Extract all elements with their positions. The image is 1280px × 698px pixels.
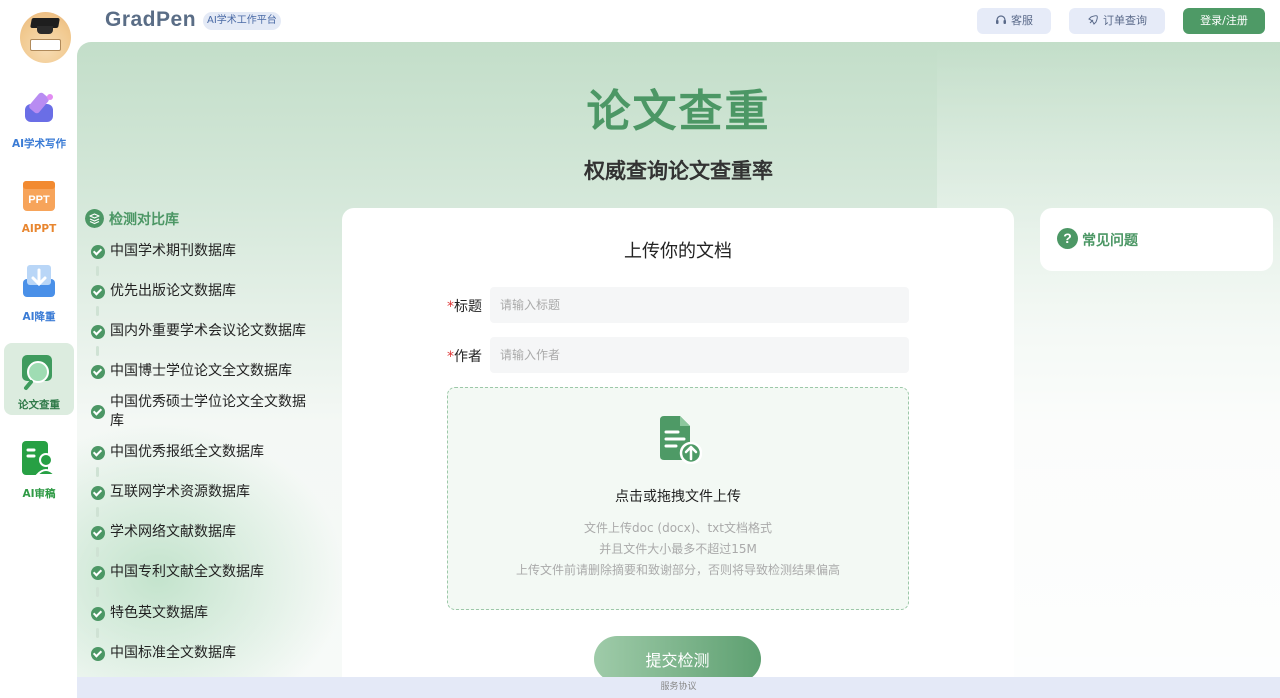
book-icon	[30, 39, 61, 51]
order-query-button[interactable]: 订单查询	[1069, 8, 1165, 34]
list-connector	[96, 467, 99, 477]
service-agreement-link[interactable]: 服务协议	[660, 682, 696, 692]
author-field-label: *作者	[447, 346, 482, 366]
database-name: 中国专利文献全文数据库	[110, 564, 264, 580]
author-input[interactable]	[490, 337, 909, 373]
author-label-text: 作者	[454, 349, 482, 365]
rocket-icon	[1088, 15, 1098, 25]
check-circle-icon	[91, 526, 105, 540]
faq-card[interactable]: ? 常见问题	[1040, 208, 1273, 271]
customer-service-label: 客服	[1011, 14, 1033, 27]
download-tray-icon	[23, 265, 55, 297]
reviewer-icon	[22, 441, 58, 476]
cap-base	[37, 26, 53, 34]
file-upload-icon	[660, 416, 702, 464]
database-name: 优先出版论文数据库	[110, 283, 236, 299]
magnifier-icon	[22, 355, 52, 390]
database-name: 学术网络文献数据库	[110, 524, 236, 540]
faq-title: 常见问题	[1082, 233, 1138, 249]
check-circle-icon	[91, 245, 105, 259]
list-connector	[96, 587, 99, 597]
question-circle-icon: ?	[1057, 228, 1078, 249]
database-name: 中国优秀报纸全文数据库	[110, 444, 264, 460]
brand-logo[interactable]: GradPen	[105, 8, 196, 32]
database-name: 中国博士学位论文全文数据库	[110, 363, 292, 379]
dropzone-hint-format: 文件上传doc (docx)、txt文档格式	[584, 521, 772, 535]
login-register-button[interactable]: 登录/注册	[1183, 8, 1265, 34]
sidebar-item-ai-reduce[interactable]: AI降重	[4, 253, 74, 325]
sidebar-item-label: 论文查重	[18, 399, 60, 411]
customer-service-button[interactable]: 客服	[977, 8, 1051, 34]
check-circle-icon	[91, 566, 105, 580]
headset-icon	[996, 15, 1006, 24]
order-query-label: 订单查询	[1103, 14, 1147, 27]
footer: 服务协议	[77, 677, 1280, 698]
database-name: 中国优秀硕士学位论文全文数据库	[110, 394, 306, 429]
database-list-title: 检测对比库	[109, 212, 179, 228]
sidebar-item-label: AI降重	[22, 311, 56, 323]
title-input[interactable]	[490, 287, 909, 323]
check-circle-icon	[91, 607, 105, 621]
database-name: 中国标准全文数据库	[110, 645, 236, 661]
sidebar-item-ai-review[interactable]: AI审稿	[4, 430, 74, 502]
list-connector	[96, 547, 99, 557]
database-name: 特色英文数据库	[110, 605, 208, 621]
list-connector	[96, 346, 99, 356]
avatar[interactable]	[20, 12, 71, 63]
layers-icon	[85, 209, 104, 228]
check-circle-icon	[91, 647, 105, 661]
svg-text:PPT: PPT	[28, 194, 50, 206]
sidebar-item-label: AIPPT	[21, 223, 57, 235]
sidebar-item-label: AI审稿	[22, 488, 56, 500]
upload-card-title: 上传你的文档	[624, 241, 732, 262]
sidebar-item-plagiarism-check[interactable]: 论文查重	[4, 343, 74, 415]
upload-card: 上传你的文档 *标题 *作者 点击或拖拽文件上传 文件上传doc (docx)、…	[342, 208, 1014, 688]
database-name: 互联网学术资源数据库	[110, 484, 250, 500]
title-label-text: 标题	[454, 299, 482, 315]
page-title: 论文查重	[586, 86, 771, 137]
dropzone-instruction: 点击或拖拽文件上传	[615, 489, 741, 505]
check-circle-icon	[91, 365, 105, 379]
list-connector	[96, 266, 99, 276]
check-circle-icon	[91, 446, 105, 460]
database-name: 国内外重要学术会议论文数据库	[110, 323, 306, 339]
check-circle-icon	[91, 486, 105, 500]
list-connector	[96, 306, 99, 316]
dropzone-hint-size: 并且文件大小最多不超过15M	[599, 542, 757, 556]
check-circle-icon	[91, 285, 105, 299]
check-circle-icon	[91, 405, 105, 419]
title-field-label: *标题	[447, 296, 482, 316]
submit-check-button[interactable]: 提交检测	[594, 636, 761, 682]
brand-tag: AI学术工作平台	[203, 12, 281, 30]
database-name: 中国学术期刊数据库	[110, 243, 236, 259]
check-circle-icon	[91, 325, 105, 339]
list-connector	[96, 628, 99, 638]
file-dropzone[interactable]: 点击或拖拽文件上传 文件上传doc (docx)、txt文档格式 并且文件大小最…	[447, 387, 909, 610]
required-mark: *	[447, 349, 454, 365]
required-mark: *	[447, 299, 454, 315]
dropzone-hint-warning: 上传文件前请删除摘要和致谢部分，否则将导致检测结果偏高	[515, 563, 840, 577]
page-subtitle: 权威查询论文查重率	[584, 159, 773, 183]
list-connector	[96, 507, 99, 517]
